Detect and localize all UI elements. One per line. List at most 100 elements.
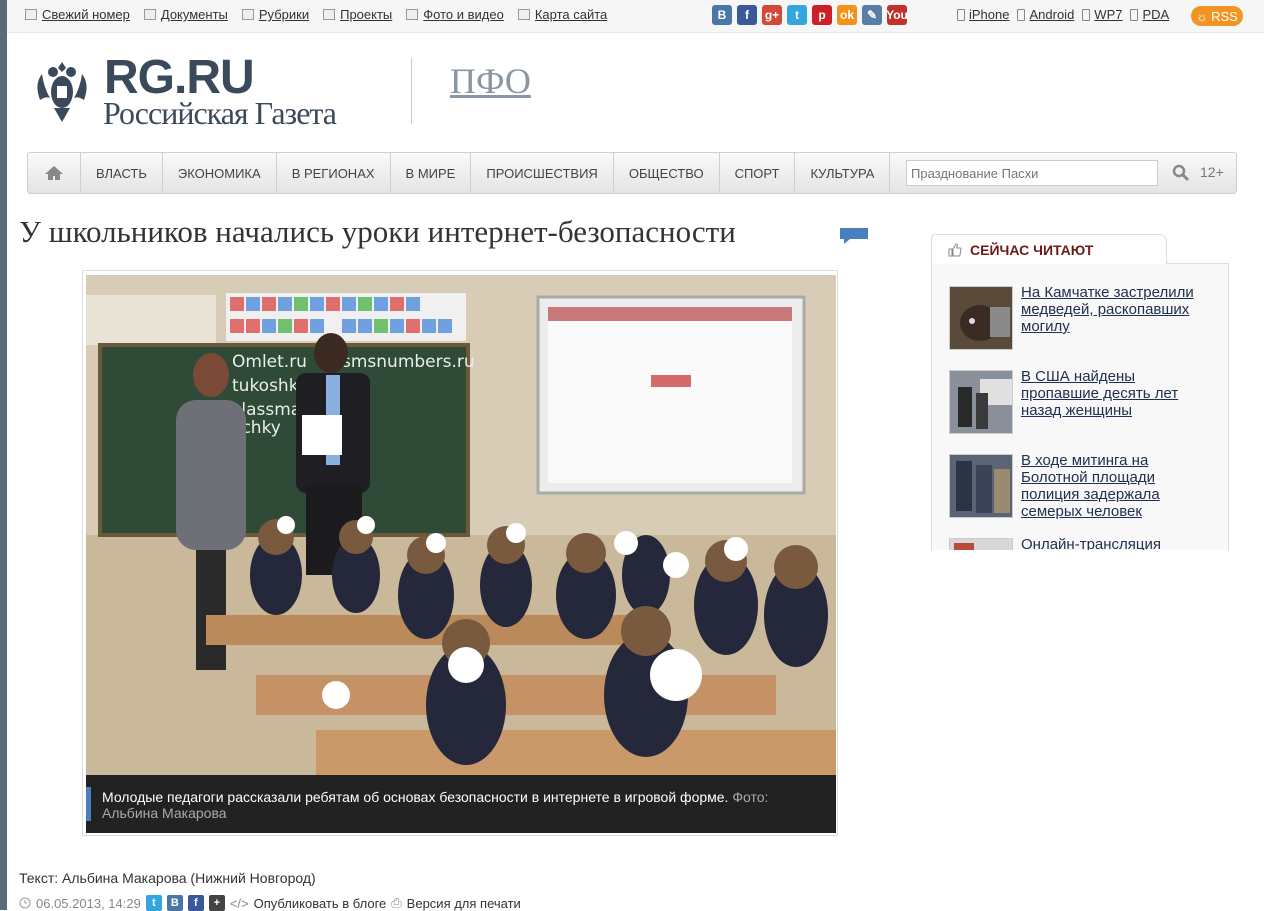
top-link-label: Проекты bbox=[340, 7, 393, 22]
top-bar: Свежий номер Документы Рубрики Проекты Ф… bbox=[7, 0, 1264, 33]
logo-name[interactable]: Российская Газета bbox=[103, 95, 337, 132]
mobile-versions: iPhone Android WP7 PDA bbox=[957, 7, 1169, 22]
article-meta: 06.05.2013, 14:29 t В f + </> Опубликова… bbox=[19, 895, 521, 911]
now-reading-tab: СЕЙЧАС ЧИТАЮТ bbox=[931, 234, 1167, 264]
byline-label: Текст: bbox=[19, 870, 59, 886]
mobile-link-label: Android bbox=[1029, 7, 1075, 22]
article-photo[interactable]: Omlet.ru smsnumbers.ru tukoshko.net clas… bbox=[86, 275, 836, 775]
pinterest-icon[interactable]: p bbox=[812, 5, 832, 25]
film-icon bbox=[406, 9, 419, 20]
mobile-link-android[interactable]: Android bbox=[1017, 7, 1074, 22]
facebook-share-icon[interactable]: f bbox=[187, 895, 204, 911]
left-edge-bar bbox=[0, 0, 7, 910]
rubrics-icon bbox=[241, 9, 254, 20]
board-line-2: smsnumbers.ru bbox=[342, 352, 475, 372]
mobile-link-pda[interactable]: PDA bbox=[1130, 7, 1169, 22]
nav-item-economy[interactable]: ЭКОНОМИКА bbox=[163, 153, 277, 193]
top-link-label: Карта сайта bbox=[534, 7, 608, 22]
nav-item-incidents[interactable]: ПРОИСШЕСТВИЯ bbox=[471, 153, 614, 193]
clock-icon bbox=[19, 897, 31, 909]
top-links: Свежий номер Документы Рубрики Проекты Ф… bbox=[25, 7, 607, 22]
top-link-sitemap[interactable]: Карта сайта bbox=[517, 7, 608, 22]
author-link[interactable]: Альбина Макарова bbox=[62, 870, 187, 886]
mobile-link-label: PDA bbox=[1142, 7, 1170, 22]
nav-item-world[interactable]: В МИРЕ bbox=[391, 153, 472, 193]
top-link-label: Рубрики bbox=[258, 7, 310, 22]
news-thumbnail[interactable] bbox=[949, 454, 1013, 518]
news-link[interactable]: В ходе митинга на Болотной площади полиц… bbox=[1021, 452, 1217, 520]
news-thumbnail[interactable] bbox=[949, 286, 1013, 350]
top-link-documents[interactable]: Документы bbox=[143, 7, 228, 22]
list-item: В США найдены пропавшие десять лет назад… bbox=[949, 368, 1219, 440]
now-reading-title: СЕЙЧАС ЧИТАЮТ bbox=[970, 241, 1094, 258]
board-line-1: Omlet.ru bbox=[232, 352, 307, 372]
caption-text: Молодые педагоги рассказали ребятам об о… bbox=[102, 789, 729, 805]
search-input[interactable] bbox=[906, 160, 1158, 186]
youtube-icon[interactable]: You bbox=[886, 5, 908, 25]
news-link[interactable]: В США найдены пропавшие десять лет назад… bbox=[1021, 368, 1217, 419]
odnoklassniki-icon[interactable]: ok bbox=[837, 5, 857, 25]
top-link-rubrics[interactable]: Рубрики bbox=[241, 7, 310, 22]
article-title: У школьников начались уроки интернет-без… bbox=[19, 214, 736, 249]
comment-icon[interactable] bbox=[838, 227, 870, 245]
thumbs-up-icon bbox=[948, 242, 962, 256]
phone-icon bbox=[1130, 8, 1139, 21]
list-item: На Камчатке застрелили медведей, раскопа… bbox=[949, 284, 1219, 356]
rss-icon: ☼ bbox=[1196, 8, 1209, 24]
vk-share-icon[interactable]: В bbox=[166, 895, 183, 911]
photo-caption: Молодые педагоги рассказали ребятам об о… bbox=[86, 775, 836, 833]
twitter-share-icon[interactable]: t bbox=[145, 895, 162, 911]
nav-item-sport[interactable]: СПОРТ bbox=[720, 153, 796, 193]
plus-share-icon[interactable]: + bbox=[208, 895, 225, 911]
twitter-icon[interactable]: t bbox=[787, 5, 807, 25]
list-item: В ходе митинга на Болотной площади полиц… bbox=[949, 452, 1219, 524]
projects-icon bbox=[323, 9, 336, 20]
livejournal-icon[interactable]: ✎ bbox=[862, 5, 882, 25]
vk-icon[interactable]: В bbox=[712, 5, 732, 25]
phone-icon bbox=[957, 8, 965, 21]
social-buttons: Вf g+ t p ok ✎ You bbox=[712, 5, 908, 25]
google-plus-icon[interactable]: g+ bbox=[762, 5, 782, 25]
code-icon: </> bbox=[229, 895, 249, 911]
home-icon bbox=[45, 166, 63, 180]
nav-item-regions[interactable]: В РЕГИОНАХ bbox=[277, 153, 391, 193]
news-thumbnail[interactable] bbox=[949, 538, 1013, 550]
search-icon[interactable] bbox=[1172, 164, 1190, 182]
top-link-label: Свежий номер bbox=[42, 7, 130, 22]
list-item: Онлайн-трансляция bbox=[949, 536, 1219, 550]
nav-item-culture[interactable]: КУЛЬТУРА bbox=[795, 153, 891, 193]
mobile-link-iphone[interactable]: iPhone bbox=[957, 7, 1009, 22]
home-button[interactable] bbox=[28, 153, 81, 193]
rss-label: RSS bbox=[1211, 8, 1238, 24]
region-link[interactable]: ПФО bbox=[450, 60, 531, 102]
mobile-link-label: WP7 bbox=[1094, 7, 1123, 22]
facebook-icon[interactable]: f bbox=[737, 5, 757, 25]
location-link[interactable]: Нижний Новгород bbox=[195, 870, 311, 886]
coat-of-arms-icon bbox=[37, 62, 87, 122]
news-thumbnail[interactable] bbox=[949, 370, 1013, 434]
police-thumbnail-image bbox=[950, 371, 1012, 433]
nav-item-power[interactable]: ВЛАСТЬ bbox=[81, 153, 163, 193]
top-link-photo-video[interactable]: Фото и видео bbox=[406, 7, 504, 22]
byline: Текст: Альбина Макарова (Нижний Новгород… bbox=[19, 870, 316, 886]
top-link-fresh-issue[interactable]: Свежий номер bbox=[25, 7, 130, 22]
bear-thumbnail-image bbox=[950, 287, 1012, 349]
blog-link[interactable]: Опубликовать в блоге bbox=[254, 896, 387, 911]
sitemap-icon bbox=[517, 9, 530, 20]
now-reading-widget: СЕЙЧАС ЧИТАЮТ На Камчатке застрелили мед… bbox=[931, 234, 1231, 550]
print-icon: ⎙ bbox=[391, 895, 402, 910]
mobile-link-wp7[interactable]: WP7 bbox=[1082, 7, 1122, 22]
logo-divider bbox=[411, 58, 412, 124]
age-rating: 12+ bbox=[1200, 164, 1224, 180]
top-link-projects[interactable]: Проекты bbox=[323, 7, 392, 22]
rss-button[interactable]: ☼ RSS bbox=[1191, 6, 1243, 26]
print-link[interactable]: Версия для печати bbox=[407, 896, 521, 911]
phone-icon bbox=[1082, 8, 1091, 21]
top-link-label: Фото и видео bbox=[423, 7, 504, 22]
now-reading-list: На Камчатке застрелили медведей, раскопа… bbox=[931, 263, 1229, 550]
news-link[interactable]: Онлайн-трансляция bbox=[1021, 536, 1217, 550]
nav-item-society[interactable]: ОБЩЕСТВО bbox=[614, 153, 720, 193]
news-link[interactable]: На Камчатке застрелили медведей, раскопа… bbox=[1021, 284, 1217, 335]
rally-thumbnail-image bbox=[950, 455, 1012, 517]
document-icon bbox=[143, 9, 156, 20]
